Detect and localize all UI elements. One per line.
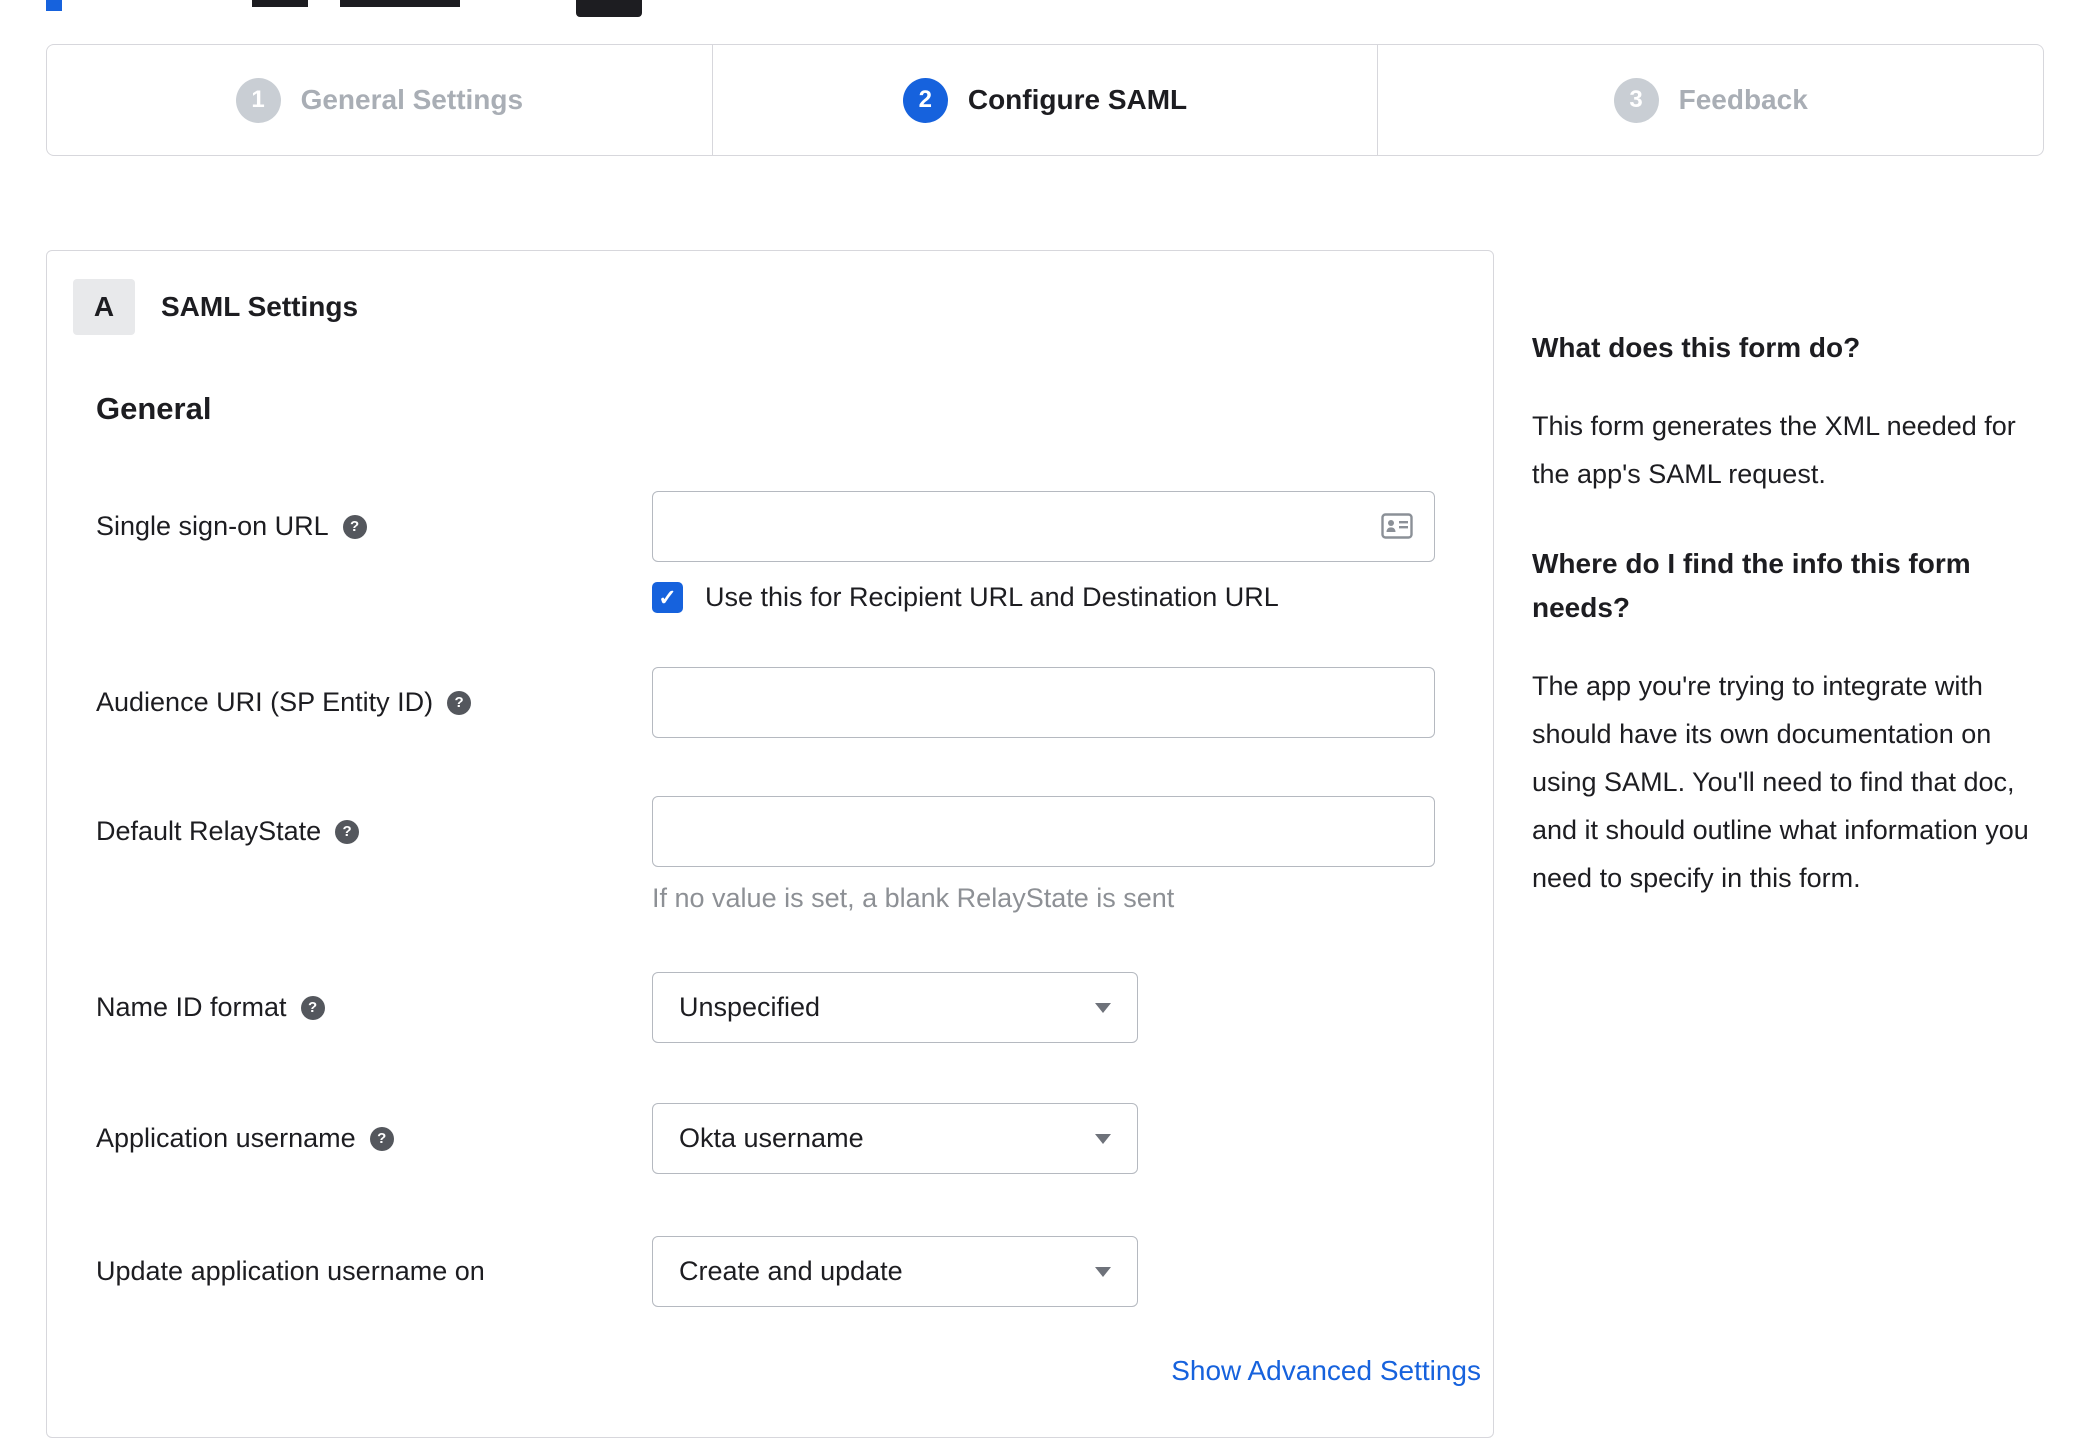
step-label: Feedback xyxy=(1678,84,1808,115)
help-icon[interactable]: ? xyxy=(447,690,472,715)
clipped-title-icon-fragment xyxy=(576,0,642,17)
help-question-2: Where do I find the info this form needs… xyxy=(1532,548,1971,623)
application-username-value: Okta username xyxy=(679,1123,864,1153)
help-sidebar: What does this form do? This form genera… xyxy=(1532,326,2048,946)
relaystate-hint: If no value is set, a blank RelayState i… xyxy=(652,883,1175,913)
update-username-value: Create and update xyxy=(679,1256,903,1286)
step-label: General Settings xyxy=(300,84,524,115)
step-feedback[interactable]: 3 Feedback xyxy=(1377,45,2043,155)
name-id-format-label: Name ID format xyxy=(96,992,287,1022)
clipped-title-fragment xyxy=(340,0,460,7)
name-id-format-select[interactable]: Unspecified xyxy=(652,972,1138,1043)
step-number-badge: 1 xyxy=(235,77,281,123)
update-username-label: Update application username on xyxy=(96,1256,485,1286)
general-group-title: General xyxy=(96,391,212,426)
section-a-badge: A xyxy=(73,279,135,335)
step-general-settings[interactable]: 1 General Settings xyxy=(47,45,712,155)
show-advanced-settings-link[interactable]: Show Advanced Settings xyxy=(1171,1355,1481,1386)
help-icon[interactable]: ? xyxy=(335,819,360,844)
application-username-select[interactable]: Okta username xyxy=(652,1103,1138,1174)
help-question-1: What does this form do? xyxy=(1532,332,1861,363)
name-id-format-value: Unspecified xyxy=(679,992,821,1022)
help-answer-2: The app you're trying to integrate with … xyxy=(1532,671,2029,893)
default-relaystate-input[interactable] xyxy=(652,796,1435,867)
contact-card-icon[interactable] xyxy=(1381,513,1413,544)
recipient-url-checkbox-label: Use this for Recipient URL and Destinati… xyxy=(705,582,1279,612)
audience-uri-input[interactable] xyxy=(652,667,1435,738)
clipped-title-fragment xyxy=(252,0,308,7)
chevron-down-icon xyxy=(1095,1002,1111,1013)
saml-settings-panel: A SAML Settings General Single sign-on U… xyxy=(46,250,1494,1438)
step-configure-saml[interactable]: 2 Configure SAML xyxy=(711,45,1378,155)
step-number-badge: 2 xyxy=(902,77,948,123)
clipped-logo-fragment xyxy=(46,0,62,11)
wizard-stepper: 1 General Settings 2 Configure SAML 3 Fe… xyxy=(46,44,2044,156)
chevron-down-icon xyxy=(1095,1133,1111,1144)
help-icon[interactable]: ? xyxy=(369,1126,394,1151)
recipient-url-checkbox[interactable]: ✓ xyxy=(652,582,683,613)
sso-url-label: Single sign-on URL xyxy=(96,511,329,541)
application-username-label: Application username xyxy=(96,1123,356,1153)
default-relaystate-label: Default RelayState xyxy=(96,816,322,846)
help-icon[interactable]: ? xyxy=(300,995,325,1020)
step-label: Configure SAML xyxy=(967,84,1188,115)
help-icon[interactable]: ? xyxy=(342,514,367,539)
step-number-badge: 3 xyxy=(1613,77,1659,123)
chevron-down-icon xyxy=(1095,1266,1111,1277)
update-username-select[interactable]: Create and update xyxy=(652,1236,1138,1307)
audience-uri-label: Audience URI (SP Entity ID) xyxy=(96,687,434,717)
help-answer-1: This form generates the XML needed for t… xyxy=(1532,411,2016,489)
section-title: SAML Settings xyxy=(161,291,359,322)
sso-url-input[interactable] xyxy=(652,491,1435,562)
